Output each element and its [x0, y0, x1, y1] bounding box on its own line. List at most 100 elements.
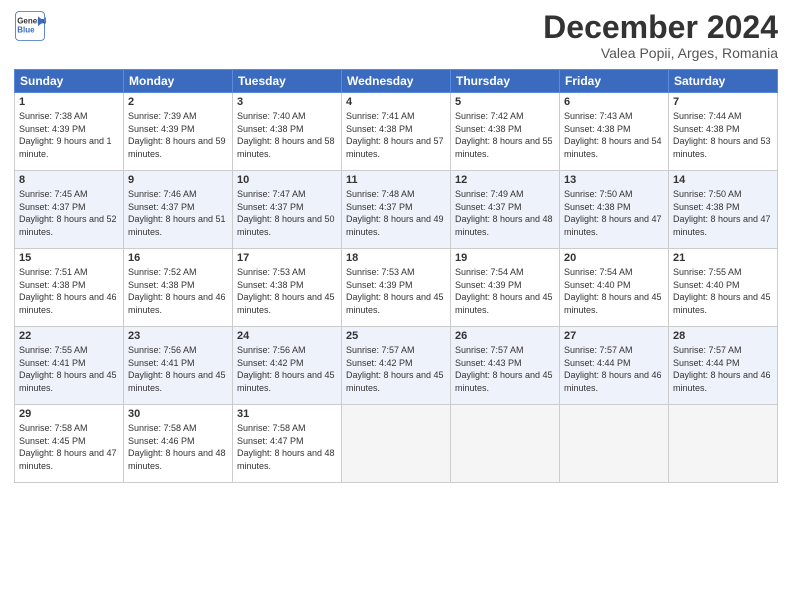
calendar-cell: 17Sunrise: 7:53 AMSunset: 4:38 PMDayligh…: [233, 249, 342, 327]
day-number: 29: [19, 408, 119, 420]
day-number: 8: [19, 174, 119, 186]
day-number: 13: [564, 174, 664, 186]
day-info: Sunrise: 7:53 AMSunset: 4:38 PMDaylight:…: [237, 266, 337, 316]
day-number: 12: [455, 174, 555, 186]
day-info: Sunrise: 7:49 AMSunset: 4:37 PMDaylight:…: [455, 188, 555, 238]
day-info: Sunrise: 7:44 AMSunset: 4:38 PMDaylight:…: [673, 110, 773, 160]
day-info: Sunrise: 7:54 AMSunset: 4:40 PMDaylight:…: [564, 266, 664, 316]
calendar-cell: 23 Sunrise: 7:56 AMSunset: 4:41 PMDayligh…: [124, 327, 233, 405]
calendar-cell: 20Sunrise: 7:54 AMSunset: 4:40 PMDayligh…: [560, 249, 669, 327]
day-info: Sunrise: 7:58 AMSunset: 4:46 PMDaylight:…: [128, 422, 228, 472]
page-header: General Blue December 2024 Valea Popii, …: [14, 10, 778, 61]
day-number: 2: [128, 96, 228, 108]
calendar-cell: [342, 405, 451, 483]
day-info: Sunrise: 7:58 AMSunset: 4:47 PMDaylight:…: [237, 422, 337, 472]
logo-icon: General Blue: [14, 10, 46, 42]
svg-text:Blue: Blue: [17, 25, 35, 34]
day-number: 25: [346, 330, 446, 342]
calendar-cell: 7Sunrise: 7:44 AMSunset: 4:38 PMDaylight…: [669, 93, 778, 171]
calendar-cell: 9 Sunrise: 7:46 AMSunset: 4:37 PMDaylight…: [124, 171, 233, 249]
calendar-cell: 27 Sunrise: 7:57 AMSunset: 4:44 PMDayligh…: [560, 327, 669, 405]
day-number: 22: [19, 330, 119, 342]
weekday-header: Monday: [124, 70, 233, 93]
day-number: 26: [455, 330, 555, 342]
day-number: 31: [237, 408, 337, 420]
calendar-table: SundayMondayTuesdayWednesdayThursdayFrid…: [14, 69, 778, 483]
day-info: Sunrise: 7:52 AMSunset: 4:38 PMDaylight:…: [128, 266, 228, 316]
day-info: Sunrise: 7:57 AMSunset: 4:42 PMDaylight:…: [346, 344, 446, 394]
calendar-cell: 1 Sunrise: 7:38 AMSunset: 4:39 PMDaylight…: [15, 93, 124, 171]
day-info: Sunrise: 7:57 AMSunset: 4:43 PMDaylight:…: [455, 344, 555, 394]
day-info: Sunrise: 7:50 AMSunset: 4:38 PMDaylight:…: [564, 188, 664, 238]
day-info: Sunrise: 7:53 AMSunset: 4:39 PMDaylight:…: [346, 266, 446, 316]
day-info: Sunrise: 7:57 AMSunset: 4:44 PMDaylight:…: [673, 344, 773, 394]
title-block: December 2024 Valea Popii, Arges, Romani…: [543, 10, 778, 61]
calendar-cell: 6 Sunrise: 7:43 AMSunset: 4:38 PMDaylight…: [560, 93, 669, 171]
day-number: 28: [673, 330, 773, 342]
calendar-cell: 24 Sunrise: 7:56 AMSunset: 4:42 PMDayligh…: [233, 327, 342, 405]
calendar-cell: 3 Sunrise: 7:40 AMSunset: 4:38 PMDaylight…: [233, 93, 342, 171]
day-number: 16: [128, 252, 228, 264]
calendar-cell: 5 Sunrise: 7:42 AMSunset: 4:38 PMDaylight…: [451, 93, 560, 171]
calendar-cell: 16 Sunrise: 7:52 AMSunset: 4:38 PMDayligh…: [124, 249, 233, 327]
calendar-cell: 10 Sunrise: 7:47 AMSunset: 4:37 PMDayligh…: [233, 171, 342, 249]
day-number: 24: [237, 330, 337, 342]
day-number: 15: [19, 252, 119, 264]
day-number: 4: [346, 96, 446, 108]
day-info: Sunrise: 7:48 AMSunset: 4:37 PMDaylight:…: [346, 188, 446, 238]
day-info: Sunrise: 7:45 AMSunset: 4:37 PMDaylight:…: [19, 188, 119, 238]
day-info: Sunrise: 7:40 AMSunset: 4:38 PMDaylight:…: [237, 110, 337, 160]
day-info: Sunrise: 7:51 AMSunset: 4:38 PMDaylight:…: [19, 266, 119, 316]
calendar-cell: 31 Sunrise: 7:58 AMSunset: 4:47 PMDayligh…: [233, 405, 342, 483]
day-number: 11: [346, 174, 446, 186]
calendar-cell: 12 Sunrise: 7:49 AMSunset: 4:37 PMDayligh…: [451, 171, 560, 249]
day-number: 18: [346, 252, 446, 264]
page-container: General Blue December 2024 Valea Popii, …: [0, 0, 792, 612]
calendar-cell: [560, 405, 669, 483]
calendar-cell: 28 Sunrise: 7:57 AMSunset: 4:44 PMDayligh…: [669, 327, 778, 405]
day-info: Sunrise: 7:55 AMSunset: 4:41 PMDaylight:…: [19, 344, 119, 394]
calendar-cell: 21Sunrise: 7:55 AMSunset: 4:40 PMDayligh…: [669, 249, 778, 327]
calendar-cell: 15 Sunrise: 7:51 AMSunset: 4:38 PMDayligh…: [15, 249, 124, 327]
day-info: Sunrise: 7:43 AMSunset: 4:38 PMDaylight:…: [564, 110, 664, 160]
calendar-cell: [669, 405, 778, 483]
day-number: 5: [455, 96, 555, 108]
weekday-header: Wednesday: [342, 70, 451, 93]
calendar-cell: 30 Sunrise: 7:58 AMSunset: 4:46 PMDayligh…: [124, 405, 233, 483]
day-info: Sunrise: 7:47 AMSunset: 4:37 PMDaylight:…: [237, 188, 337, 238]
day-info: Sunrise: 7:56 AMSunset: 4:41 PMDaylight:…: [128, 344, 228, 394]
calendar-cell: 4Sunrise: 7:41 AMSunset: 4:38 PMDaylight…: [342, 93, 451, 171]
calendar-cell: 11 Sunrise: 7:48 AMSunset: 4:37 PMDayligh…: [342, 171, 451, 249]
calendar-cell: 19 Sunrise: 7:54 AMSunset: 4:39 PMDayligh…: [451, 249, 560, 327]
day-info: Sunrise: 7:42 AMSunset: 4:38 PMDaylight:…: [455, 110, 555, 160]
month-title: December 2024: [543, 10, 778, 45]
day-info: Sunrise: 7:54 AMSunset: 4:39 PMDaylight:…: [455, 266, 555, 316]
day-number: 3: [237, 96, 337, 108]
day-info: Sunrise: 7:46 AMSunset: 4:37 PMDaylight:…: [128, 188, 228, 238]
calendar-cell: 18 Sunrise: 7:53 AMSunset: 4:39 PMDayligh…: [342, 249, 451, 327]
calendar-cell: 13 Sunrise: 7:50 AMSunset: 4:38 PMDayligh…: [560, 171, 669, 249]
calendar-cell: 14 Sunrise: 7:50 AMSunset: 4:38 PMDayligh…: [669, 171, 778, 249]
day-number: 6: [564, 96, 664, 108]
day-info: Sunrise: 7:57 AMSunset: 4:44 PMDaylight:…: [564, 344, 664, 394]
calendar-cell: 29 Sunrise: 7:58 AMSunset: 4:45 PMDayligh…: [15, 405, 124, 483]
location: Valea Popii, Arges, Romania: [543, 45, 778, 61]
day-number: 1: [19, 96, 119, 108]
weekday-header: Saturday: [669, 70, 778, 93]
calendar-cell: 8 Sunrise: 7:45 AMSunset: 4:37 PMDaylight…: [15, 171, 124, 249]
day-info: Sunrise: 7:50 AMSunset: 4:38 PMDaylight:…: [673, 188, 773, 238]
day-number: 23: [128, 330, 228, 342]
day-number: 27: [564, 330, 664, 342]
day-info: Sunrise: 7:56 AMSunset: 4:42 PMDaylight:…: [237, 344, 337, 394]
logo: General Blue: [14, 10, 46, 42]
day-number: 30: [128, 408, 228, 420]
day-info: Sunrise: 7:39 AMSunset: 4:39 PMDaylight:…: [128, 110, 228, 160]
day-number: 10: [237, 174, 337, 186]
day-info: Sunrise: 7:58 AMSunset: 4:45 PMDaylight:…: [19, 422, 119, 472]
day-number: 9: [128, 174, 228, 186]
day-info: Sunrise: 7:55 AMSunset: 4:40 PMDaylight:…: [673, 266, 773, 316]
day-number: 19: [455, 252, 555, 264]
day-info: Sunrise: 7:38 AMSunset: 4:39 PMDaylight:…: [19, 110, 119, 160]
calendar-cell: 2 Sunrise: 7:39 AMSunset: 4:39 PMDaylight…: [124, 93, 233, 171]
day-number: 14: [673, 174, 773, 186]
